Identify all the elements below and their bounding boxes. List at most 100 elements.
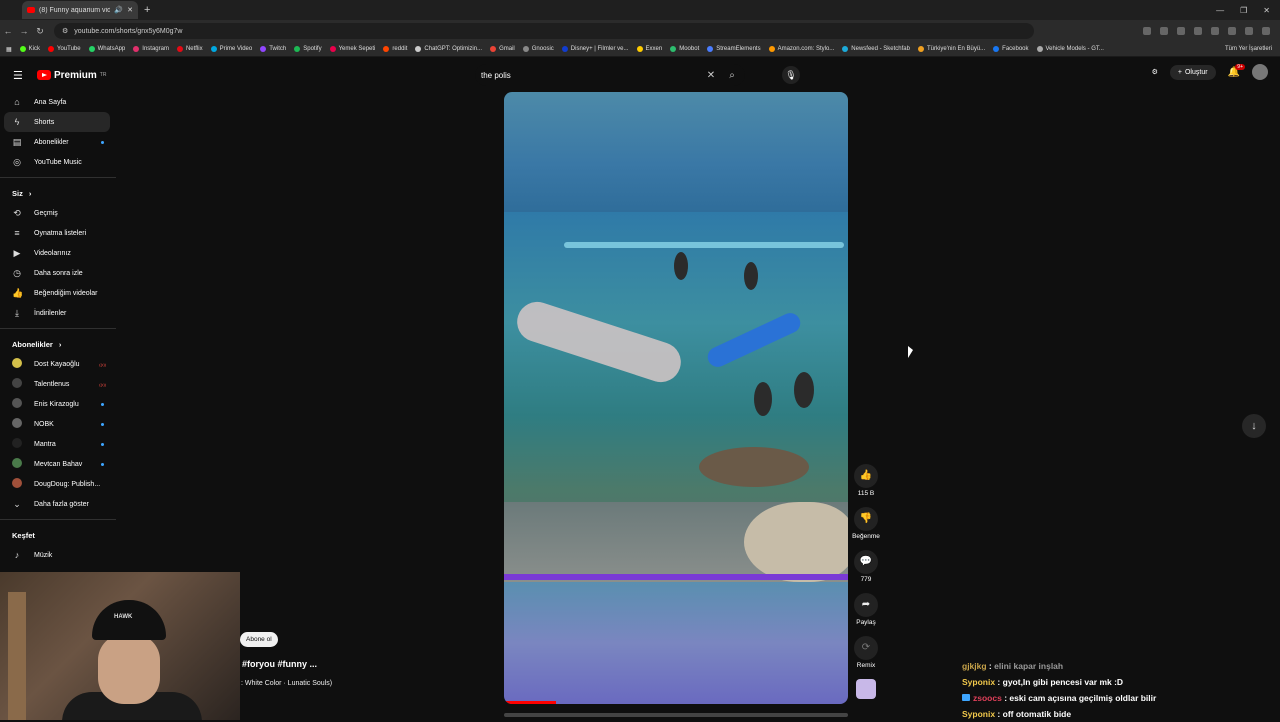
bookmark-item[interactable]: Kick bbox=[19, 46, 40, 52]
bookmark-item[interactable]: Facebook bbox=[993, 46, 1029, 52]
sidebar-item[interactable]: ⌂ Ana Sayfa bbox=[4, 92, 110, 112]
sidebar-item[interactable]: ♪ Müzik bbox=[4, 545, 110, 565]
search-input[interactable]: the polis bbox=[481, 71, 703, 80]
chat-text: eski cam açısına geçilmiş oldlar bilir bbox=[1009, 693, 1157, 703]
forward-button[interactable]: → bbox=[16, 26, 32, 36]
search-icon[interactable]: ⌕ bbox=[719, 70, 745, 81]
sidebar-item[interactable]: NOBK bbox=[4, 414, 110, 434]
browser-tab[interactable]: (8) Funny aquarium video 🔊 ✕ bbox=[22, 1, 138, 19]
clear-search-icon[interactable]: ✕ bbox=[703, 70, 719, 81]
playlist-icon: ≡ bbox=[14, 228, 20, 238]
extension-icon[interactable] bbox=[1194, 27, 1202, 35]
sidebar-item[interactable]: ◷ Daha sonra izle bbox=[4, 263, 110, 283]
notifications-button[interactable]: 🔔 9+ bbox=[1228, 63, 1245, 78]
sidebar-item[interactable]: Mevtcan Bahav bbox=[4, 454, 110, 474]
sidebar-section-heading[interactable]: Abonelikler › bbox=[0, 334, 116, 354]
bookmark-item[interactable]: Moobot bbox=[670, 46, 699, 52]
bookmark-item[interactable]: Netflix bbox=[176, 46, 203, 52]
sidebar-item[interactable]: Mantra bbox=[4, 434, 110, 454]
channel-avatar bbox=[12, 378, 22, 390]
share-button[interactable]: ➦ Paylaş bbox=[854, 593, 878, 626]
sidebar-item[interactable]: 👍 Beğendiğim videolar bbox=[4, 283, 110, 303]
close-tab-icon[interactable]: ✕ bbox=[127, 6, 133, 14]
bookmark-favicon-icon bbox=[294, 46, 301, 52]
cast-icon[interactable] bbox=[1143, 27, 1151, 35]
short-video-player[interactable] bbox=[504, 92, 848, 704]
bookmark-item[interactable]: WhatsApp bbox=[88, 46, 125, 52]
sidebar-item[interactable]: ▤ Abonelikler bbox=[4, 132, 110, 152]
short-title[interactable]: #foryou #funny ... bbox=[242, 659, 317, 669]
remix-button[interactable]: ⟳ Remix bbox=[854, 636, 878, 669]
profile-icon[interactable] bbox=[1245, 27, 1253, 35]
sidebar-item[interactable]: ⤓ İndirilenler bbox=[4, 303, 110, 323]
menu-icon[interactable] bbox=[1262, 27, 1270, 35]
puzzle-icon[interactable] bbox=[1228, 27, 1236, 35]
audio-icon[interactable]: 🔊 bbox=[114, 6, 123, 14]
reload-button[interactable]: ↻ bbox=[32, 26, 48, 37]
dislike-button[interactable]: 👎 Beğenme bbox=[852, 507, 880, 540]
bookmark-item[interactable]: Türkiye'nin En Büyü... bbox=[917, 46, 985, 52]
bookmark-item[interactable]: Instagram bbox=[133, 46, 169, 52]
youtube-logo[interactable]: Premium TR bbox=[37, 70, 106, 81]
address-bar[interactable]: ⚙ youtube.com/shorts/gnx5y6M0g7w bbox=[54, 23, 1034, 39]
close-window-button[interactable]: ✕ bbox=[1263, 6, 1270, 15]
settings-gear-icon[interactable]: ⚙ bbox=[1152, 68, 1158, 76]
like-button[interactable]: 👍 115 B bbox=[854, 464, 878, 497]
avatar[interactable] bbox=[1252, 64, 1268, 80]
sidebar-item[interactable]: ϟ Shorts bbox=[4, 112, 110, 132]
search-box[interactable]: the polis ✕ ⌕ bbox=[475, 64, 745, 86]
sidebar-item[interactable]: ◎ YouTube Music bbox=[4, 152, 110, 172]
create-button[interactable]: + Oluştur bbox=[1169, 64, 1216, 80]
bookmark-item[interactable]: Gmail bbox=[490, 46, 515, 52]
short-music[interactable]: : White Color · Lunatic Souls) bbox=[241, 680, 332, 687]
bookmark-item[interactable]: Twitch bbox=[260, 46, 286, 52]
bookmark-item[interactable]: reddit bbox=[383, 46, 407, 52]
video-progress-bar[interactable] bbox=[504, 701, 556, 704]
sidebar-item[interactable]: DougDoug: Publish... bbox=[4, 474, 110, 494]
new-content-dot bbox=[101, 402, 104, 406]
bookmark-item[interactable]: Vehicle Models - GT... bbox=[1036, 46, 1104, 52]
sidebar-item-label: YouTube Music bbox=[34, 158, 82, 166]
bookmark-item[interactable]: Yemek Sepeti bbox=[329, 46, 375, 52]
sidebar-item-label: Beğendiğim videolar bbox=[34, 289, 98, 297]
hamburger-menu-icon[interactable]: ☰ bbox=[13, 69, 23, 82]
bookmark-item[interactable]: Spotify bbox=[294, 46, 322, 52]
next-short-button[interactable]: ↓ bbox=[1242, 414, 1266, 438]
chat-text: gyot,In gibi pencesi var mk :D bbox=[1002, 677, 1124, 687]
subscribe-button[interactable]: Abone ol bbox=[240, 632, 278, 647]
minimize-button[interactable]: — bbox=[1216, 6, 1224, 15]
back-button[interactable]: ← bbox=[0, 26, 16, 36]
new-tab-button[interactable]: + bbox=[144, 4, 150, 16]
bookmark-item[interactable]: Newsfeed - Sketchfab bbox=[842, 46, 910, 52]
video-scrubber[interactable] bbox=[504, 713, 848, 717]
sidebar-item[interactable]: ⌄ Daha fazla göster bbox=[4, 494, 110, 514]
apps-icon[interactable]: ▦ bbox=[6, 46, 12, 53]
bookmark-item[interactable]: YouTube bbox=[48, 46, 81, 52]
all-bookmarks-button[interactable]: Tüm Yer İşaretleri bbox=[1225, 46, 1280, 52]
bookmark-item[interactable]: Disney+ | Filmler ve... bbox=[561, 46, 629, 52]
sidebar-item[interactable]: Talentlenus ((•)) bbox=[4, 374, 110, 394]
sidebar-item[interactable]: ▶ Videolarınız bbox=[4, 243, 110, 263]
sidebar-item[interactable]: ⟲ Geçmiş bbox=[4, 203, 110, 223]
bookmark-item[interactable]: Prime Video bbox=[210, 46, 252, 52]
microphone-icon[interactable]: 🎙 bbox=[782, 66, 800, 84]
extension-icon[interactable] bbox=[1211, 27, 1219, 35]
extension-icons bbox=[1143, 27, 1280, 35]
comments-button[interactable]: 💬 779 bbox=[854, 550, 878, 583]
bookmark-label: Gnoosic bbox=[531, 46, 554, 52]
sidebar-section-heading[interactable]: Siz › bbox=[0, 183, 116, 203]
bookmark-item[interactable]: Amazon.com: Stylo... bbox=[768, 46, 834, 52]
bookmark-item[interactable]: StreamElements bbox=[707, 46, 761, 52]
sidebar-item[interactable]: Enis Kirazoglu bbox=[4, 394, 110, 414]
maximize-button[interactable]: ❐ bbox=[1240, 6, 1247, 15]
audio-thumbnail-button[interactable] bbox=[856, 679, 876, 699]
bookmark-item[interactable]: Exxen bbox=[636, 46, 662, 52]
site-info-icon[interactable]: ⚙ bbox=[62, 27, 68, 35]
channel-avatar bbox=[12, 458, 22, 470]
bookmark-item[interactable]: Gnoosic bbox=[522, 46, 554, 52]
sidebar-item[interactable]: ≡ Oynatma listeleri bbox=[4, 223, 110, 243]
bookmark-item[interactable]: ChatGPT: Optimizin... bbox=[415, 46, 482, 52]
sidebar-item[interactable]: Dost Kayaoğlu ((•)) bbox=[4, 354, 110, 374]
star-icon[interactable] bbox=[1160, 27, 1168, 35]
extension-icon[interactable] bbox=[1177, 27, 1185, 35]
